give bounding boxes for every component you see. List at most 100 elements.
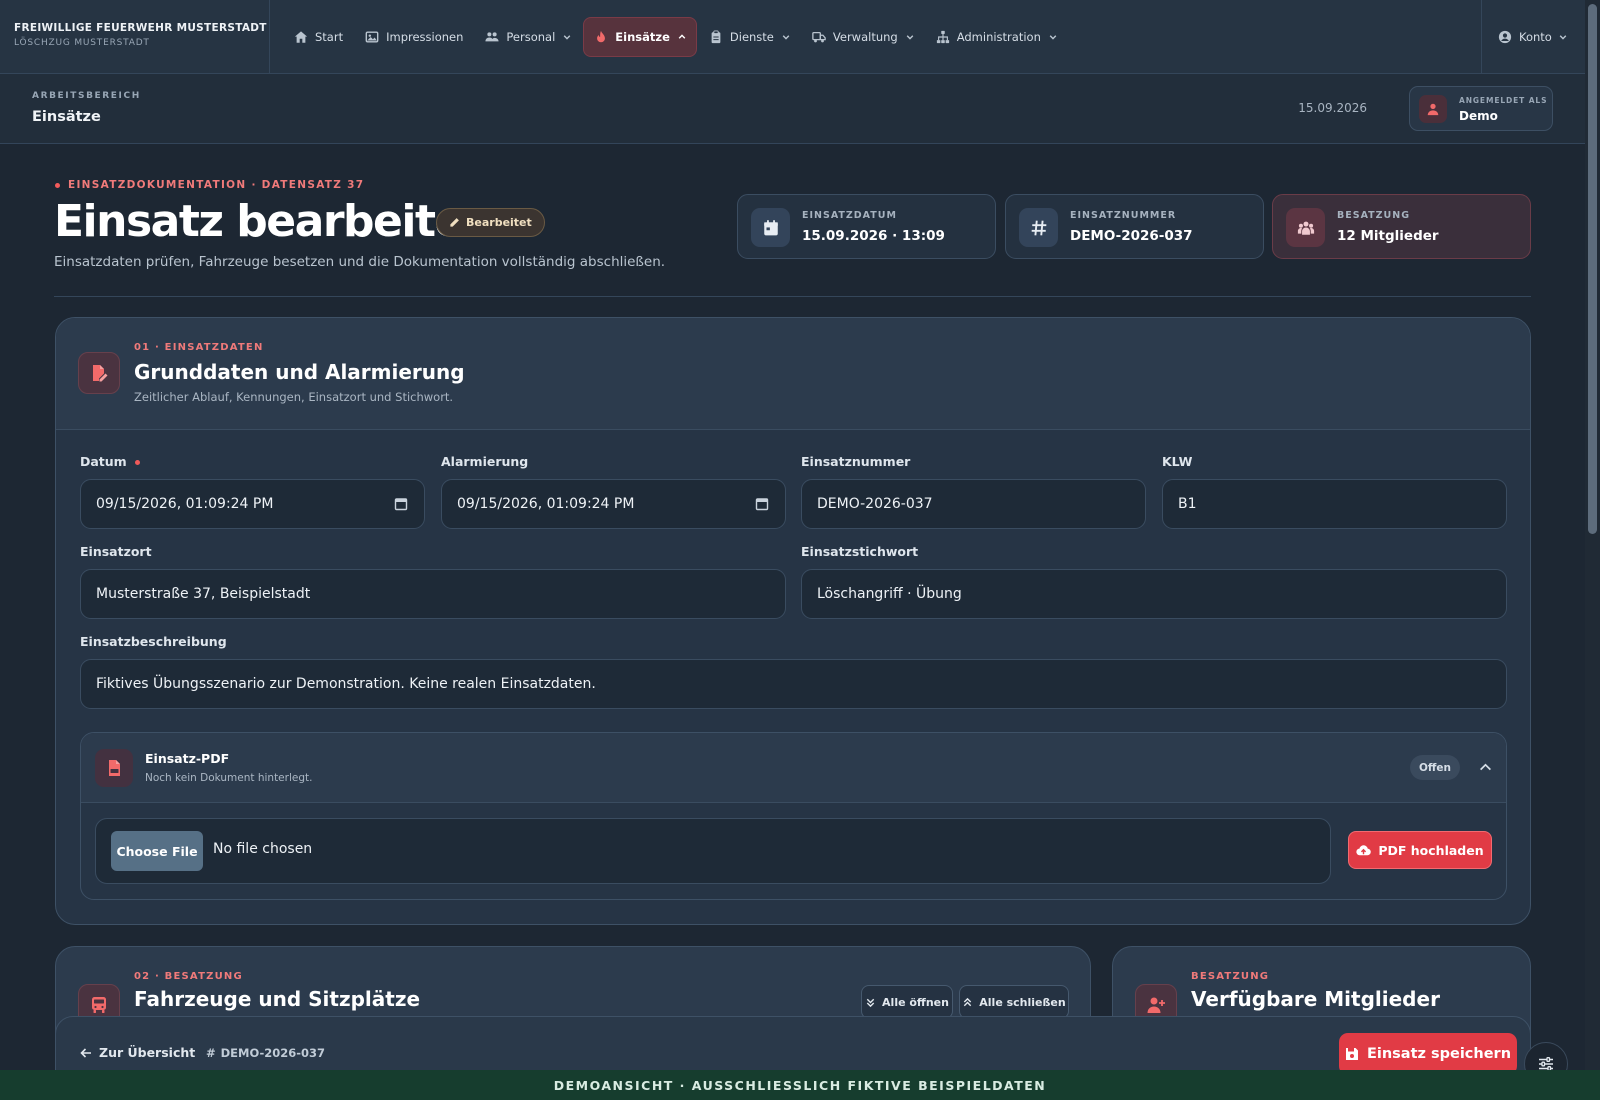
clipboard-icon (709, 29, 723, 44)
account-menu[interactable]: Konto (1481, 0, 1600, 74)
nav-label-einsaetze: Einsätze (615, 29, 670, 44)
calendar-icon (751, 208, 790, 247)
nav-label-dienste: Dienste (729, 29, 774, 44)
pdf-status-badge: Offen (1409, 755, 1460, 780)
einsatzort-input[interactable]: Musterstraße 37, Beispielstadt (80, 569, 786, 619)
file-input[interactable]: Choose File No file chosen (95, 818, 1331, 884)
pdf-title: Einsatz-PDF (145, 751, 230, 766)
field-label-beschreibung: Einsatzbeschreibung (80, 634, 227, 649)
choose-file-button[interactable]: Choose File (111, 831, 203, 871)
workspace-title: Einsätze (32, 109, 101, 125)
reference-number: # DEMO-2026-037 (206, 1046, 325, 1060)
angles-up-icon (962, 997, 973, 1008)
nav-item-administration[interactable]: Administration (926, 17, 1067, 57)
beschreibung-value: Fiktives Übungsszenario zur Demonstratio… (96, 676, 596, 692)
chevron-up-icon[interactable] (1479, 761, 1492, 774)
scrollbar-thumb[interactable] (1588, 4, 1597, 534)
logged-in-user[interactable]: ANGEMELDET ALS Demo (1409, 86, 1553, 131)
stat-einsatzdatum: EINSATZDATUM 15.09.2026 · 13:09 (737, 194, 996, 259)
section-einsatzdaten: 01 · EINSATZDATEN Grunddaten und Alarmie… (55, 317, 1531, 925)
stichwort-input[interactable]: Löschangriff · Übung (801, 569, 1507, 619)
account-label: Konto (1519, 30, 1552, 44)
collapse-all-label: Alle schließen (979, 995, 1066, 1009)
expand-all-label: Alle öffnen (882, 995, 949, 1009)
collapse-all-button[interactable]: Alle schließen (959, 985, 1069, 1019)
file-pdf-icon (95, 749, 133, 787)
section-description: Zeitlicher Ablauf, Kennungen, Einsatzort… (134, 390, 454, 404)
people-group-icon (1286, 208, 1325, 247)
cloud-upload-icon (1356, 843, 1372, 858)
nav-item-verwaltung[interactable]: Verwaltung (802, 17, 924, 57)
chevron-down-icon (905, 33, 914, 41)
field-label-alarmierung: Alarmierung (441, 454, 529, 469)
top-navigation: FREIWILLIGE FEUERWEHR MUSTERSTADT LÖSCHZ… (0, 0, 1600, 74)
field-label-einsatznummer: Einsatznummer (801, 454, 911, 469)
hash-icon: # (206, 1046, 216, 1060)
floppy-disk-icon (1345, 1047, 1359, 1061)
nav-label-personal: Personal (506, 29, 556, 44)
stat-label: EINSATZNUMMER (1070, 210, 1177, 221)
pdf-subtitle: Noch kein Dokument hinterlegt. (145, 772, 313, 784)
flame-icon (594, 30, 608, 44)
nav-item-impressionen[interactable]: Impressionen (355, 17, 473, 57)
klw-input[interactable]: B1 (1162, 479, 1507, 529)
status-badge-text: Bearbeitet (466, 216, 532, 229)
einsatznummer-value: DEMO-2026-037 (817, 496, 933, 512)
upload-pdf-label: PDF hochladen (1378, 842, 1484, 858)
einsatzort-value: Musterstraße 37, Beispielstadt (96, 586, 311, 602)
pdf-panel: Einsatz-PDF Noch kein Dokument hinterleg… (80, 732, 1507, 900)
user-label: ANGEMELDET ALS (1459, 96, 1548, 105)
calendar-picker-icon[interactable] (755, 497, 769, 511)
nav-item-dienste[interactable]: Dienste (699, 17, 800, 57)
page-eyebrow-text: EINSATZDOKUMENTATION · DATENSATZ 37 (68, 179, 365, 191)
brand[interactable]: FREIWILLIGE FEUERWEHR MUSTERSTADT LÖSCHZ… (0, 0, 270, 74)
sitemap-icon (936, 30, 950, 44)
user-name: Demo (1459, 109, 1498, 123)
nav-label-verwaltung: Verwaltung (832, 29, 898, 44)
file-pen-icon (78, 352, 120, 394)
chevron-down-icon (1559, 33, 1567, 41)
nav-item-start[interactable]: Start (284, 17, 353, 57)
truck-icon (812, 30, 826, 44)
alarmierung-input[interactable]: 09/15/2026, 01:09:24 PM (441, 479, 786, 529)
nav-label-impressionen: Impressionen (386, 29, 464, 44)
klw-value: B1 (1178, 496, 1197, 512)
save-label: Einsatz speichern (1366, 1046, 1512, 1062)
nav-item-einsaetze[interactable]: Einsätze (583, 16, 697, 57)
nav-label-administration: Administration (956, 29, 1041, 44)
stat-label: BESATZUNG (1337, 210, 1411, 221)
nav-item-personal[interactable]: Personal (475, 17, 581, 57)
back-label: Zur Übersicht (99, 1045, 196, 1060)
upload-pdf-button[interactable]: PDF hochladen (1348, 831, 1492, 869)
reference-value: DEMO-2026-037 (220, 1046, 326, 1060)
field-label-klw: KLW (1162, 454, 1193, 469)
datum-input[interactable]: 09/15/2026, 01:09:24 PM (80, 479, 425, 529)
stat-einsatznummer: EINSATZNUMMER DEMO-2026-037 (1005, 194, 1264, 259)
expand-all-button[interactable]: Alle öffnen (861, 985, 953, 1019)
einsatznummer-input[interactable]: DEMO-2026-037 (801, 479, 1146, 529)
home-icon (294, 30, 308, 44)
pdf-panel-header[interactable]: Einsatz-PDF Noch kein Dokument hinterleg… (81, 733, 1506, 803)
status-dot (55, 182, 60, 188)
divider (54, 296, 1531, 297)
main-nav: Start Impressionen Personal Einsätze Die… (270, 0, 1069, 74)
hash-icon (1019, 208, 1058, 247)
stat-value: 15.09.2026 · 13:09 (802, 228, 945, 244)
section-eyebrow: 02 · BESATZUNG (134, 971, 243, 982)
save-button[interactable]: Einsatz speichern (1339, 1033, 1517, 1075)
workspace-header: ARBEITSBEREICH Einsätze 15.09.2026 ANGEM… (0, 74, 1585, 144)
brand-unit: LÖSCHZUG MUSTERSTADT (14, 37, 150, 48)
stat-label: EINSATZDATUM (802, 210, 897, 221)
alarmierung-value: 09/15/2026, 01:09:24 PM (457, 496, 635, 512)
back-to-overview-link[interactable]: Zur Übersicht (80, 1045, 195, 1060)
scrollbar[interactable] (1585, 0, 1600, 1070)
section-eyebrow: 01 · EINSATZDATEN (134, 342, 264, 353)
section-title: Fahrzeuge und Sitzplätze (134, 987, 421, 1011)
stichwort-value: Löschangriff · Übung (817, 586, 962, 602)
stat-besatzung: BESATZUNG 12 Mitglieder (1272, 194, 1531, 259)
user-circle-icon (1498, 30, 1512, 44)
datum-value: 09/15/2026, 01:09:24 PM (96, 496, 274, 512)
image-icon (365, 30, 379, 44)
calendar-picker-icon[interactable] (394, 497, 408, 511)
beschreibung-input[interactable]: Fiktives Übungsszenario zur Demonstratio… (80, 659, 1507, 709)
